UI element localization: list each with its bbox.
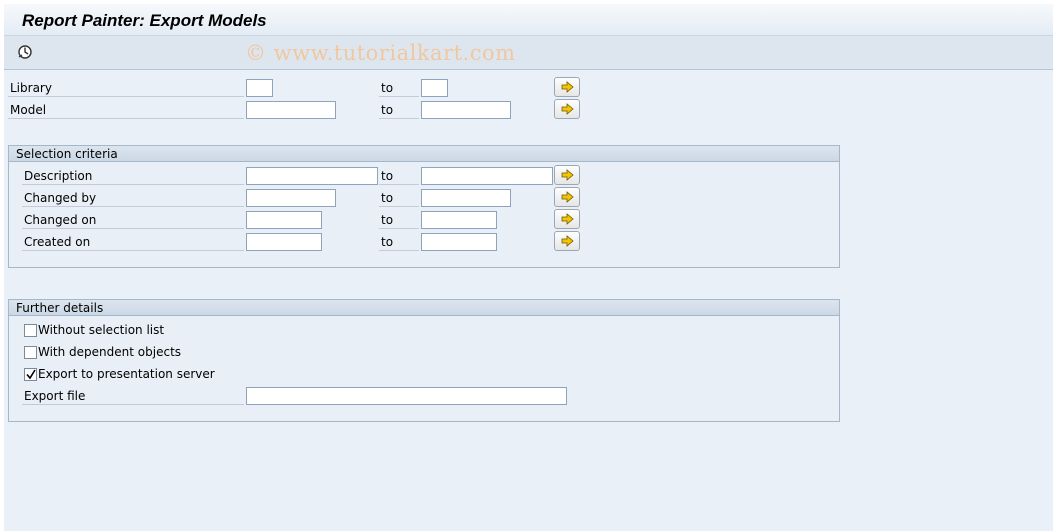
export-file-label: Export file <box>22 388 244 405</box>
export-presentation-server-checkbox[interactable] <box>24 368 37 381</box>
arrow-right-icon <box>561 81 574 93</box>
library-from-input[interactable] <box>246 79 273 97</box>
selection-criteria-header: Selection criteria <box>9 146 839 162</box>
watermark-text: © www.tutorialkart.com <box>245 41 516 65</box>
changed-on-multiple-selection-button[interactable] <box>554 209 580 229</box>
execute-icon[interactable] <box>16 43 34 61</box>
with-dependent-objects-checkbox[interactable] <box>24 346 37 359</box>
arrow-right-icon <box>561 213 574 225</box>
model-to-label: to <box>379 102 419 119</box>
changed-on-from-input[interactable] <box>246 211 322 229</box>
description-from-input[interactable] <box>246 167 378 185</box>
library-multiple-selection-button[interactable] <box>554 77 580 97</box>
changed-by-multiple-selection-button[interactable] <box>554 187 580 207</box>
created-on-multiple-selection-button[interactable] <box>554 231 580 251</box>
changed-on-to-input[interactable] <box>421 211 497 229</box>
without-selection-list-checkbox[interactable] <box>24 324 37 337</box>
with-dependent-objects-label: With dependent objects <box>38 345 182 359</box>
created-on-from-input[interactable] <box>246 233 322 251</box>
description-to-label: to <box>379 168 419 185</box>
arrow-right-icon <box>561 103 574 115</box>
library-to-label: to <box>379 80 419 97</box>
arrow-right-icon <box>561 169 574 181</box>
created-on-to-input[interactable] <box>421 233 497 251</box>
changed-by-label: Changed by <box>22 190 244 207</box>
application-toolbar <box>4 36 1053 70</box>
page-title: Report Painter: Export Models <box>22 11 267 30</box>
changed-by-to-input[interactable] <box>421 189 511 207</box>
title-bar: Report Painter: Export Models <box>4 4 1053 36</box>
model-from-input[interactable] <box>246 101 336 119</box>
arrow-right-icon <box>561 191 574 203</box>
description-multiple-selection-button[interactable] <box>554 165 580 185</box>
changed-by-from-input[interactable] <box>246 189 336 207</box>
changed-by-to-label: to <box>379 190 419 207</box>
without-selection-list-label: Without selection list <box>38 323 165 337</box>
model-label: Model <box>8 102 244 119</box>
export-presentation-server-label: Export to presentation server <box>38 367 215 381</box>
description-label: Description <box>22 168 244 185</box>
description-to-input[interactable] <box>421 167 553 185</box>
library-to-input[interactable] <box>421 79 448 97</box>
model-to-input[interactable] <box>421 101 511 119</box>
arrow-right-icon <box>561 235 574 247</box>
further-details-header: Further details <box>9 300 839 316</box>
changed-on-label: Changed on <box>22 212 244 229</box>
library-label: Library <box>8 80 244 97</box>
changed-on-to-label: to <box>379 212 419 229</box>
model-multiple-selection-button[interactable] <box>554 99 580 119</box>
created-on-label: Created on <box>22 234 244 251</box>
created-on-to-label: to <box>379 234 419 251</box>
export-file-input[interactable] <box>246 387 567 405</box>
checkmark-icon <box>26 369 36 380</box>
